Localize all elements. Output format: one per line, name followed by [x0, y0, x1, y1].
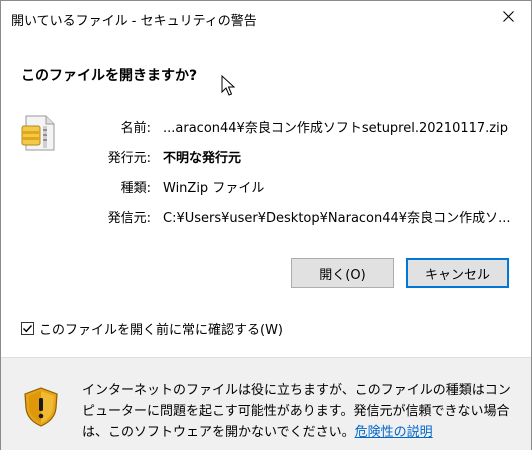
from-value: C:¥Users¥user¥Desktop¥Naracon44¥奈良コン作成ソ.…: [163, 211, 511, 226]
window-title: 開いているファイル - セキュリティの警告: [11, 14, 257, 29]
cancel-button[interactable]: キャンセル: [406, 258, 509, 288]
title-bar[interactable]: 開いているファイル - セキュリティの警告: [1, 1, 531, 37]
publisher-label: 発行元:: [107, 151, 151, 166]
close-button[interactable]: [485, 1, 531, 32]
warning-text: インターネットのファイルは役に立ちますが、このファイルの種類はコンピューターに問…: [82, 383, 511, 440]
warning-footer: インターネットのファイルは役に立ちますが、このファイルの種類はコンピューターに問…: [1, 357, 531, 450]
security-warning-dialog: 開いているファイル - セキュリティの警告 このファイルを開きますか? 名前: …: [0, 0, 532, 450]
dialog-heading: このファイルを開きますか?: [21, 68, 198, 84]
mouse-cursor-icon: [221, 75, 235, 96]
always-ask-checkbox[interactable]: [21, 322, 34, 335]
publisher-value: 不明な発行元: [163, 151, 242, 166]
always-ask-label: このファイルを開く前に常に確認する(W): [39, 323, 283, 338]
always-ask-checkbox-row[interactable]: このファイルを開く前に常に確認する(W): [21, 319, 283, 338]
name-label: 名前:: [120, 121, 151, 136]
type-label: 種類:: [120, 181, 151, 196]
open-button[interactable]: 開く(O): [291, 258, 394, 288]
type-value: WinZip ファイル: [163, 181, 265, 196]
close-icon: [502, 11, 514, 22]
security-shield-icon: [24, 387, 58, 427]
checkmark-icon: [23, 325, 33, 333]
name-value: ...aracon44¥奈良コン作成ソフトsetuprel.20210117.z…: [163, 121, 508, 136]
warning-message: インターネットのファイルは役に立ちますが、このファイルの種類はコンピューターに問…: [82, 380, 522, 443]
risk-explanation-link[interactable]: 危険性の説明: [355, 425, 433, 440]
from-label: 発信元:: [107, 211, 151, 226]
